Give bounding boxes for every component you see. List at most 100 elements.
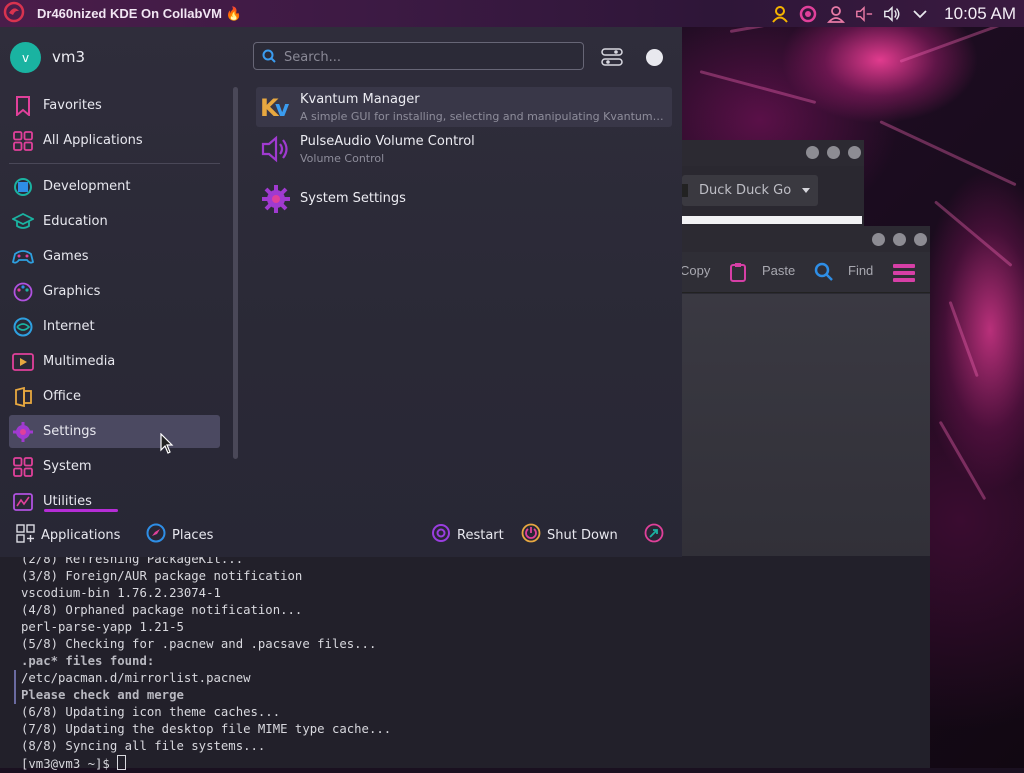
sidebar-scrollbar[interactable] <box>233 87 238 459</box>
avatar[interactable]: v <box>10 42 41 73</box>
category-utilities[interactable]: Utilities <box>9 485 220 512</box>
clipboard-icon <box>729 262 747 286</box>
svg-text:v: v <box>275 97 290 121</box>
copy-button[interactable]: Copy <box>680 263 710 278</box>
terminal-line: (8/8) Syncing all file systems... <box>21 739 266 753</box>
application-launcher-button[interactable] <box>1 1 27 27</box>
maximize-button[interactable] <box>893 233 906 246</box>
category-label: Office <box>43 389 81 404</box>
terminal-line: (3/8) Foreign/AUR package notification <box>21 569 303 583</box>
category-label: All Applications <box>43 133 143 148</box>
category-education[interactable]: Education <box>9 205 220 238</box>
browser-content <box>682 216 862 224</box>
top-panel: Dr460nized KDE On CollabVM 🔥 10:05 AM <box>0 0 1024 27</box>
category-label: Games <box>43 249 89 264</box>
updates-icon[interactable] <box>799 5 817 23</box>
close-button[interactable] <box>848 146 861 159</box>
search-icon <box>262 49 276 67</box>
configure-icon[interactable] <box>601 47 623 67</box>
close-button[interactable] <box>914 233 927 246</box>
terminal-line: perl-parse-yapp 1.21-5 <box>21 620 184 634</box>
launcher-footer: Applications Places Restart Shut Down <box>0 514 682 557</box>
hamburger-menu-icon[interactable] <box>893 264 915 286</box>
maximize-button[interactable] <box>827 146 840 159</box>
window-titlebar <box>682 226 930 252</box>
category-system[interactable]: System <box>9 450 220 483</box>
result-item[interactable]: System Settings <box>256 179 672 219</box>
terminal-selection-marker <box>14 670 16 704</box>
category-all-applications[interactable]: All Applications <box>9 124 220 157</box>
terminal-line: (5/8) Checking for .pacnew and .pacsave … <box>21 637 377 651</box>
category-label: Graphics <box>43 284 101 299</box>
launcher-header: v vm3 <box>0 27 682 87</box>
terminal-line: .pac* files found: <box>21 654 155 668</box>
search-engine-select[interactable]: Duck Duck Go <box>682 175 818 206</box>
terminal-output: (2/8) Refreshing PackageKit... (3/8) For… <box>21 551 391 773</box>
category-favorites[interactable]: Favorites <box>9 89 220 122</box>
search-icon <box>814 262 834 286</box>
category-graphics[interactable]: Graphics <box>9 275 220 308</box>
gear-icon <box>12 421 34 443</box>
category-label: Favorites <box>43 98 102 113</box>
category-multimedia[interactable]: Multimedia <box>9 345 220 378</box>
category-office[interactable]: Office <box>9 380 220 413</box>
bookmark-icon <box>12 95 34 117</box>
terminal-line: /etc/pacman.d/mirrorlist.pacnew <box>21 671 251 685</box>
find-button[interactable]: Find <box>848 263 873 278</box>
category-label: Multimedia <box>43 354 116 369</box>
applications-tab-label: Applications <box>41 527 121 543</box>
kvantum-icon: Kv <box>260 91 292 123</box>
user-switch-icon[interactable] <box>827 5 846 23</box>
window-titlebar <box>682 140 864 166</box>
system-tray: 10:05 AM <box>766 0 1024 27</box>
result-item[interactable]: PulseAudio Volume Control Volume Control <box>256 129 672 169</box>
result-item[interactable]: Kv Kvantum Manager A simple GUI for instal… <box>256 87 672 127</box>
chevron-down-icon[interactable] <box>911 5 929 23</box>
utilities-icon <box>12 491 34 513</box>
compass-icon <box>146 523 166 547</box>
result-title: Kvantum Manager <box>300 92 420 107</box>
result-description: A simple GUI for installing, selecting a… <box>300 110 664 123</box>
places-tab[interactable]: Places <box>146 523 213 547</box>
search-engine-label: Duck Duck Go <box>699 183 792 198</box>
user-icon[interactable] <box>771 5 789 23</box>
category-sidebar: Favorites All Applications Development Educ… <box>0 87 246 512</box>
clock[interactable]: 10:05 AM <box>944 4 1016 24</box>
search-field[interactable] <box>253 42 584 70</box>
terminal-line: Please check and merge <box>21 688 184 702</box>
terminal-line: (7/8) Updating the desktop file MIME typ… <box>21 722 392 736</box>
speaker-icon <box>260 133 292 165</box>
leave-button[interactable] <box>644 523 664 547</box>
category-label: Internet <box>43 319 95 334</box>
category-internet[interactable]: Internet <box>9 310 220 343</box>
terminal-window[interactable]: (2/8) Refreshing PackageKit... (3/8) For… <box>0 552 930 771</box>
leave-icon <box>644 523 664 547</box>
result-title: System Settings <box>300 191 406 206</box>
editor-toolbar: Copy Paste Find <box>680 252 930 293</box>
category-development[interactable]: Development <box>9 170 220 203</box>
search-input[interactable] <box>282 47 576 67</box>
shutdown-button[interactable]: Shut Down <box>521 523 618 545</box>
category-label: System <box>43 459 92 474</box>
minimize-button[interactable] <box>872 233 885 246</box>
category-games[interactable]: Games <box>9 240 220 273</box>
category-settings[interactable]: Settings <box>9 415 220 448</box>
restart-button[interactable]: Restart <box>431 524 504 545</box>
grid-icon <box>12 130 34 152</box>
mouse-cursor-icon <box>160 432 174 459</box>
paste-button[interactable]: Paste <box>762 263 795 278</box>
microphone-muted-icon[interactable] <box>855 5 873 23</box>
volume-icon[interactable] <box>883 5 901 23</box>
restart-label: Restart <box>457 527 504 543</box>
username: vm3 <box>52 48 86 66</box>
pin-button[interactable] <box>646 49 663 66</box>
development-icon <box>12 176 34 198</box>
applications-tab[interactable]: Applications <box>16 523 121 545</box>
category-label: Development <box>43 179 131 194</box>
graduation-cap-icon <box>12 211 34 233</box>
shutdown-label: Shut Down <box>547 527 618 543</box>
globe-icon <box>12 316 34 338</box>
terminal-line: (4/8) Orphaned package notification... <box>21 603 303 617</box>
minimize-button[interactable] <box>806 146 819 159</box>
active-window-title: Dr460nized KDE On CollabVM 🔥 <box>37 5 242 21</box>
